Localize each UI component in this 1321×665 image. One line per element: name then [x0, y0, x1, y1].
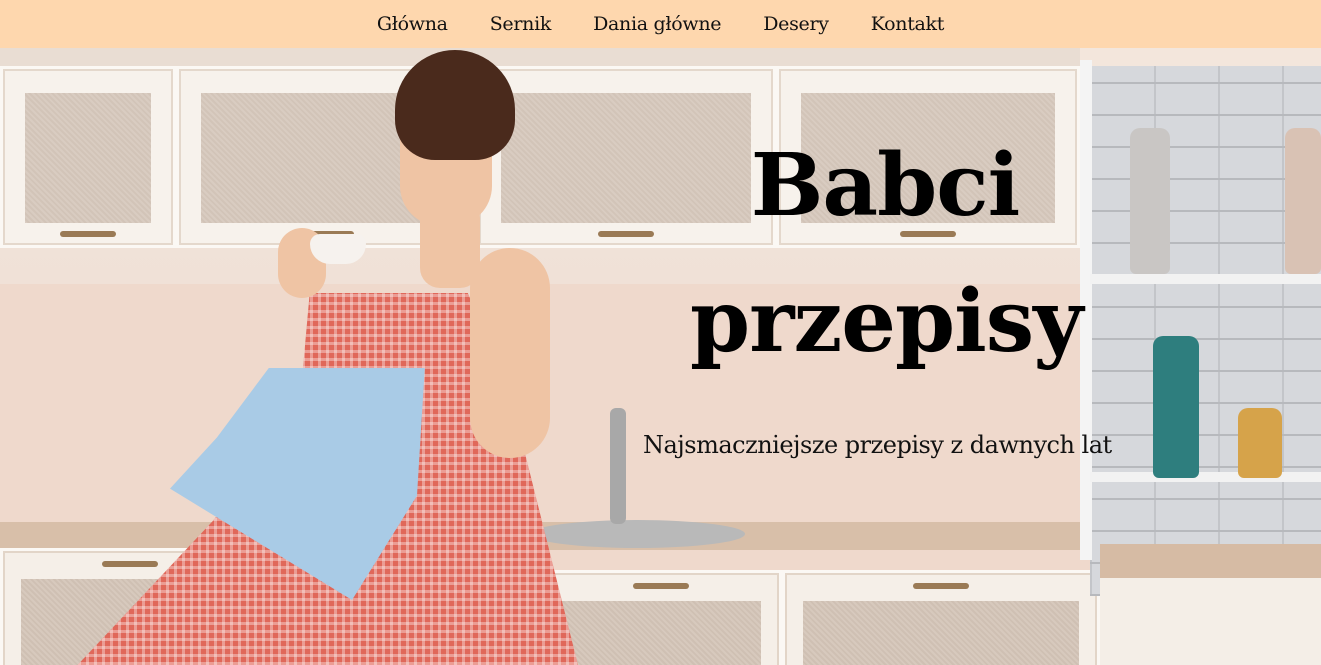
upper-cabinet: [0, 66, 176, 248]
lower-cabinet: [782, 570, 1100, 665]
top-shelf: [0, 48, 1080, 66]
page-subtitle: Najsmaczniejsze przepisy z dawnych lat: [643, 431, 1112, 459]
bottle: [1130, 128, 1170, 274]
bottle: [1153, 336, 1199, 478]
nav-item-sernik[interactable]: Sernik: [469, 13, 572, 35]
nav-item-desery[interactable]: Desery: [742, 13, 850, 35]
side-cabinet: [1100, 578, 1321, 665]
nav-item-glowna[interactable]: Główna: [356, 13, 469, 35]
hero-banner: Babci przepisy Najsmaczniejsze przepisy …: [0, 48, 1321, 665]
nav-item-kontakt[interactable]: Kontakt: [850, 13, 965, 35]
oil-bottle: [1238, 408, 1282, 478]
bottle: [1285, 128, 1321, 274]
rack-shelf: [1090, 274, 1321, 284]
page-title: Babci przepisy: [690, 135, 1083, 372]
arm: [470, 248, 550, 458]
faucet: [610, 408, 626, 524]
rack-shelf: [1090, 472, 1321, 482]
nav-item-dania-glowne[interactable]: Dania główne: [572, 13, 742, 35]
hair: [395, 50, 515, 160]
neck: [420, 198, 480, 288]
teacup: [310, 234, 366, 264]
main-nav: Główna Sernik Dania główne Desery Kontak…: [0, 0, 1321, 48]
lower-cabinet: [540, 570, 782, 665]
sink: [530, 520, 745, 548]
